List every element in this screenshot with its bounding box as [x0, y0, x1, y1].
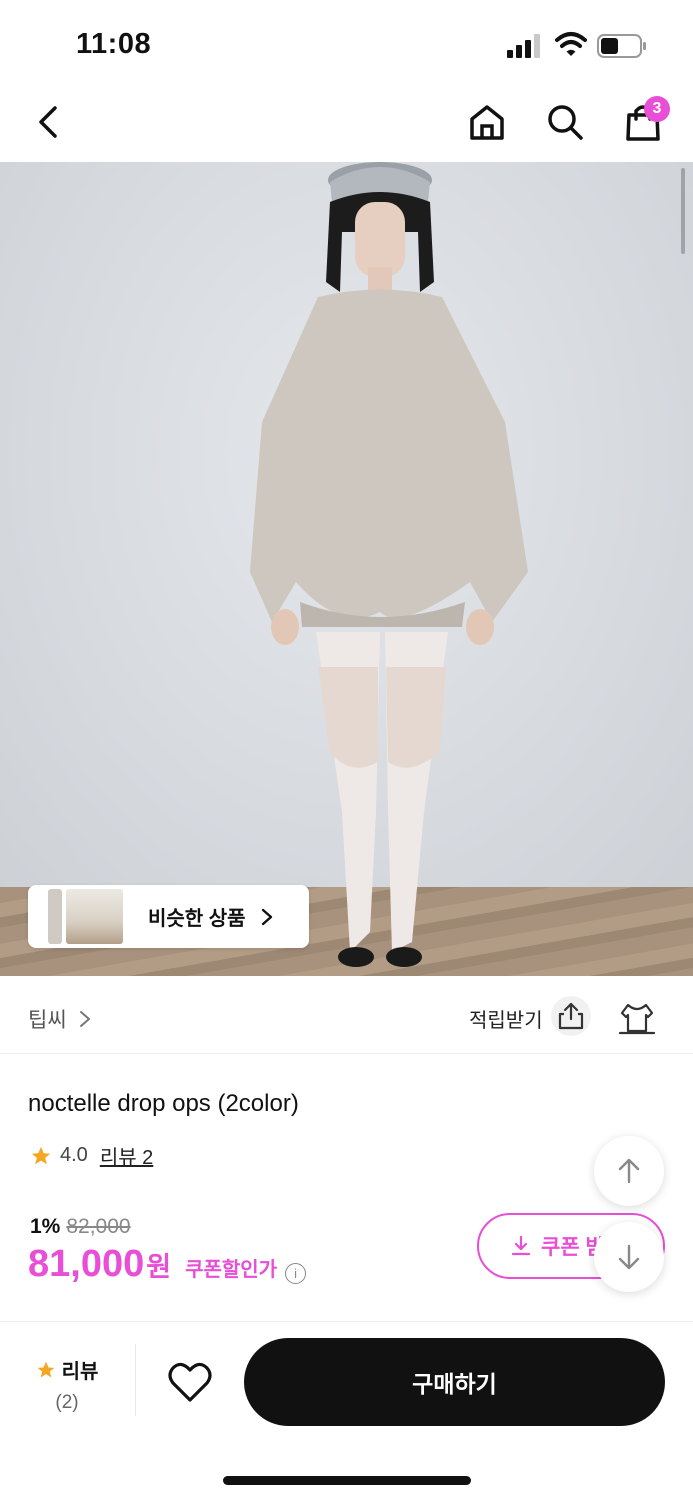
rating-row: 4.0 리뷰 2	[30, 1141, 153, 1170]
product-title: noctelle drop ops (2color)	[28, 1090, 299, 1117]
status-time: 11:08	[76, 28, 152, 60]
brand-row: 팁씨 적립받기	[0, 976, 693, 1054]
back-button[interactable]	[26, 100, 70, 144]
star-icon	[31, 1146, 51, 1164]
similar-products-button[interactable]: 비슷한 상품	[28, 885, 309, 948]
battery-icon	[597, 34, 646, 58]
currency-unit: 원	[146, 1252, 172, 1282]
product-image[interactable]	[0, 162, 693, 976]
brand-name: 팁씨	[28, 1009, 67, 1032]
top-nav	[0, 82, 693, 162]
search-icon	[548, 105, 583, 140]
buy-button[interactable]: 구매하기	[244, 1338, 665, 1426]
cart-count-badge: 3	[644, 96, 670, 122]
arrow-down-icon	[618, 1244, 640, 1270]
share-button[interactable]	[551, 996, 591, 1036]
earn-points-label[interactable]: 적립받기	[469, 1004, 543, 1033]
discount-percent: 1%	[30, 1215, 61, 1238]
review-summary-button[interactable]: 리뷰 (2)	[30, 1355, 104, 1414]
review-summary-top: 리뷰	[30, 1355, 104, 1384]
sale-price: 81,000	[28, 1243, 145, 1285]
product-detail-page: 11:08 3 비슷한 상품 팁씨 적립받기 noctelle drop ops…	[0, 0, 693, 1500]
discount-row: 1% 82,000	[30, 1215, 131, 1239]
bottom-action-bar: 리뷰 (2) 구매하기	[0, 1321, 693, 1441]
review-label: 리뷰	[61, 1361, 99, 1383]
original-price: 82,000	[66, 1215, 131, 1238]
image-scrollbar[interactable]	[681, 168, 685, 254]
price-row: 81,000 원 쿠폰할인가 i	[28, 1243, 307, 1286]
chevron-right-icon	[261, 908, 272, 925]
scroll-down-button[interactable]	[594, 1222, 664, 1292]
scroll-up-button[interactable]	[594, 1136, 664, 1206]
wifi-icon	[555, 32, 587, 56]
coupon-price-label: 쿠폰할인가	[185, 1259, 278, 1281]
brand-link[interactable]: 팁씨	[28, 1004, 91, 1034]
review-count: (2)	[55, 1392, 79, 1413]
similar-thumb-1	[48, 889, 62, 944]
chevron-left-icon	[39, 106, 57, 138]
status-bar: 11:08	[0, 0, 693, 80]
heart-icon[interactable]	[167, 1360, 213, 1404]
review-link[interactable]: 리뷰 2	[100, 1141, 153, 1170]
chevron-right-icon	[79, 1011, 90, 1027]
info-icon[interactable]: i	[285, 1263, 307, 1284]
home-indicator[interactable]	[223, 1476, 471, 1485]
download-icon	[511, 1235, 531, 1256]
search-button[interactable]	[543, 100, 587, 144]
rating-score: 4.0	[60, 1144, 88, 1166]
cellular-signal-icon	[507, 34, 540, 58]
similar-products-thumbnail	[28, 885, 124, 948]
bottom-divider	[135, 1344, 136, 1416]
share-icon	[558, 1002, 584, 1030]
home-icon	[470, 105, 504, 140]
similar-products-label: 비슷한 상품	[148, 908, 246, 930]
clothes-hanger-icon	[618, 1003, 656, 1035]
similar-thumb-2	[66, 889, 123, 944]
product-model-photo	[250, 162, 528, 967]
home-button[interactable]	[465, 100, 509, 144]
star-icon	[37, 1361, 54, 1377]
try-on-button[interactable]	[617, 998, 657, 1038]
arrow-up-icon	[618, 1158, 640, 1184]
